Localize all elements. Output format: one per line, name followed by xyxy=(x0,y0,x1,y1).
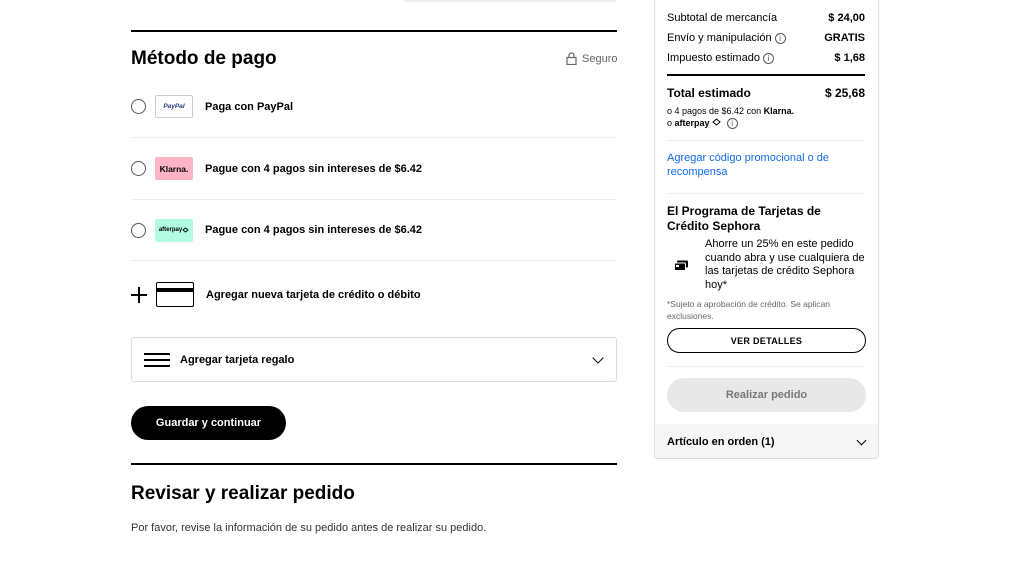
credit-card-icon xyxy=(156,282,194,307)
items-in-order-accordion[interactable]: Artículo en orden (1) xyxy=(655,424,878,458)
subtotal-value: $ 24,00 xyxy=(828,12,865,24)
gift-card-label: Agregar tarjeta regalo xyxy=(180,353,295,366)
review-text: Por favor, revise la información de su p… xyxy=(131,522,487,534)
subtotal-row: Subtotal de mercancía $ 24,00 xyxy=(667,12,865,24)
plus-icon xyxy=(131,286,147,303)
save-continue-button[interactable]: Guardar y continuar xyxy=(131,406,286,440)
secure-indicator: Seguro xyxy=(566,52,617,65)
info-icon[interactable]: i xyxy=(726,118,738,130)
afterpay-installments: o afterpay i xyxy=(667,118,738,130)
lock-icon xyxy=(566,52,577,65)
payment-option-klarna[interactable]: Klarna. Pague con 4 pagos sin intereses … xyxy=(131,138,617,200)
shipping-label: Envío y manipulación xyxy=(667,32,772,44)
klarna-brand: Klarna. xyxy=(763,106,795,116)
divider xyxy=(667,193,865,194)
afterpay-arrows-icon xyxy=(712,118,721,126)
paypal-label: Paga con PayPal xyxy=(205,100,294,113)
afterpay-label: Pague con 4 pagos sin intereses de $6.42 xyxy=(205,224,423,236)
section-divider xyxy=(131,463,617,465)
afterpay-arrows-icon xyxy=(182,227,189,233)
payment-option-afterpay[interactable]: afterpay Pague con 4 pagos sin intereses… xyxy=(131,200,617,261)
credit-cards-icon xyxy=(674,260,688,271)
klarna-label: Pague con 4 pagos sin intereses de $6.42 xyxy=(205,162,423,175)
klarna-installments: o 4 pagos de $6.42 con Klarna. xyxy=(667,106,794,116)
view-details-button[interactable]: VER DETALLES xyxy=(667,328,866,353)
radio-klarna[interactable] xyxy=(131,161,146,176)
credit-card-disclaimer: *Sujeto a aprobación de crédito. Se apli… xyxy=(667,299,831,321)
add-card-label: Agregar nueva tarjeta de crédito o débit… xyxy=(206,288,421,301)
total-divider xyxy=(667,74,865,76)
divider xyxy=(667,140,865,141)
subtotal-label: Subtotal de mercancía xyxy=(667,12,778,24)
radio-afterpay[interactable] xyxy=(131,222,146,238)
info-icon[interactable]: i xyxy=(774,32,786,44)
tax-label-group: Impuesto estimado i xyxy=(667,52,774,64)
shipping-row: Envío y manipulación i GRATIS xyxy=(667,32,865,44)
klarna-logo: Klarna. xyxy=(155,157,193,180)
add-card-row[interactable]: Agregar nueva tarjeta de crédito o débit… xyxy=(131,282,617,307)
payment-title: Método de pago xyxy=(131,48,277,69)
tax-row: Impuesto estimado i $ 1,68 xyxy=(667,52,865,64)
radio-paypal[interactable] xyxy=(131,99,146,114)
total-row: Total estimado $ 25,68 xyxy=(667,86,865,100)
afterpay-brand: afterpay xyxy=(674,118,710,128)
gift-card-accordion[interactable]: Agregar tarjeta regalo xyxy=(131,337,617,382)
shipping-value: GRATIS xyxy=(824,32,865,44)
total-value: $ 25,68 xyxy=(824,86,865,100)
paypal-logo: PayPal xyxy=(155,95,193,118)
klarna-installments-text: o 4 pagos de $6.42 con xyxy=(667,106,762,116)
section-divider xyxy=(131,30,617,32)
shipping-label-group: Envío y manipulación i xyxy=(667,32,786,44)
review-title: Revisar y realizar pedido xyxy=(131,483,355,504)
tax-label: Impuesto estimado xyxy=(667,52,760,64)
credit-card-program-title: El Programa de Tarjetas de Crédito Sepho… xyxy=(667,204,821,233)
tax-value: $ 1,68 xyxy=(834,52,865,64)
top-divider xyxy=(404,0,616,2)
info-icon[interactable]: i xyxy=(762,52,774,64)
divider xyxy=(667,366,865,367)
total-label: Total estimado xyxy=(667,86,751,100)
items-in-order-label: Artículo en orden (1) xyxy=(667,436,775,448)
chevron-down-icon xyxy=(592,352,604,364)
afterpay-logo-text: afterpay xyxy=(158,227,183,233)
secure-label: Seguro xyxy=(582,52,618,65)
afterpay-logo: afterpay xyxy=(155,218,193,242)
promo-code-link[interactable]: Agregar código promocional o de recompen… xyxy=(667,151,842,179)
credit-card-offer-text: Ahorre un 25% en este pedido cuando abra… xyxy=(705,238,865,291)
place-order-button[interactable]: Realizar pedido xyxy=(667,378,866,412)
chevron-down-icon xyxy=(856,435,867,446)
gift-card-icon xyxy=(144,352,170,368)
afterpay-prefix: o xyxy=(667,118,673,128)
order-summary: Subtotal de mercancía $ 24,00 Envío y ma… xyxy=(654,0,879,459)
payment-option-paypal[interactable]: PayPal Paga con PayPal xyxy=(131,76,617,138)
